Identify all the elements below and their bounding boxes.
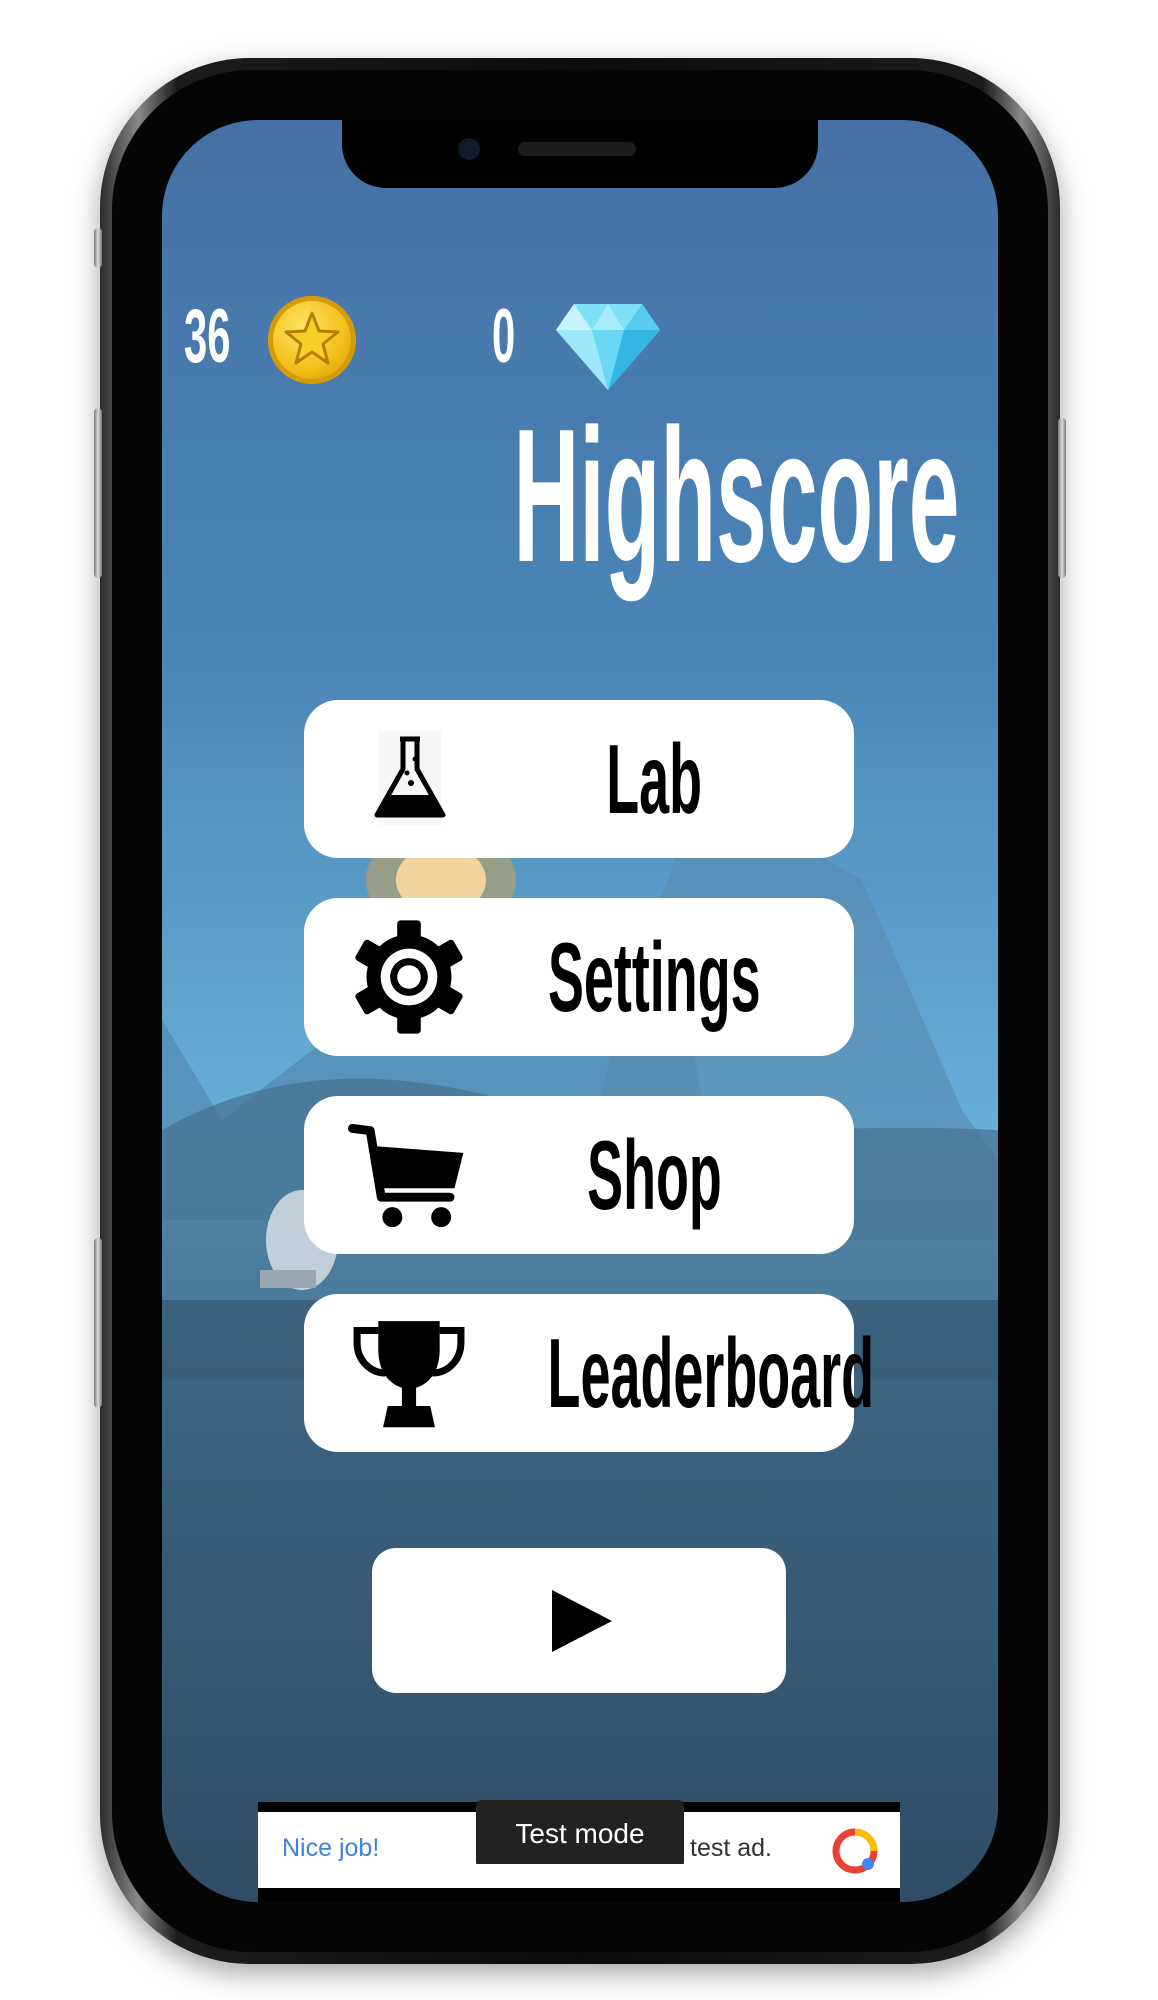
diamond-icon [556,304,660,390]
front-camera [458,138,480,160]
flask-icon [348,718,470,840]
leaderboard-button[interactable]: Leaderboard [304,1294,875,1452]
ad-headline[interactable]: Nice job! [282,1834,379,1863]
adchoices-logo[interactable] [832,1828,878,1874]
earpiece-speaker [518,142,636,156]
lab-label: Lab [606,724,702,834]
highscore-text: Highscore 973 [513,390,960,602]
highscore-display: Highscore 973 [162,396,998,596]
settings-label: Settings [547,922,761,1032]
leaderboard-label: Leaderboard [547,1318,875,1428]
star-coin-icon [268,296,356,384]
test-mode-badge: Test mode [476,1800,684,1868]
ad-banner[interactable]: Nice job! test ad. Test mode [258,1800,900,1902]
ad-body-text: test ad. [690,1834,772,1862]
power-button [1058,418,1066,578]
shop-label: Shop [586,1120,722,1230]
lab-button[interactable]: Lab [304,700,854,858]
silent-switch [94,228,102,268]
play-button[interactable] [372,1548,786,1693]
play-icon [552,1590,612,1652]
volume-down-button [94,1238,102,1408]
notch [342,120,818,188]
volume-up-button [94,408,102,578]
phone-frame: 36 0 Highscore 973 Lab [94,58,1066,1964]
cart-icon [348,1114,470,1236]
game-screen: 36 0 Highscore 973 Lab [162,120,998,1902]
home-indicator[interactable] [428,1864,726,1874]
settings-button[interactable]: Settings [304,898,854,1056]
shop-button[interactable]: Shop [304,1096,854,1254]
coin-count: 36 [184,294,231,379]
gem-count: 0 [492,294,516,379]
gear-icon [348,916,470,1038]
